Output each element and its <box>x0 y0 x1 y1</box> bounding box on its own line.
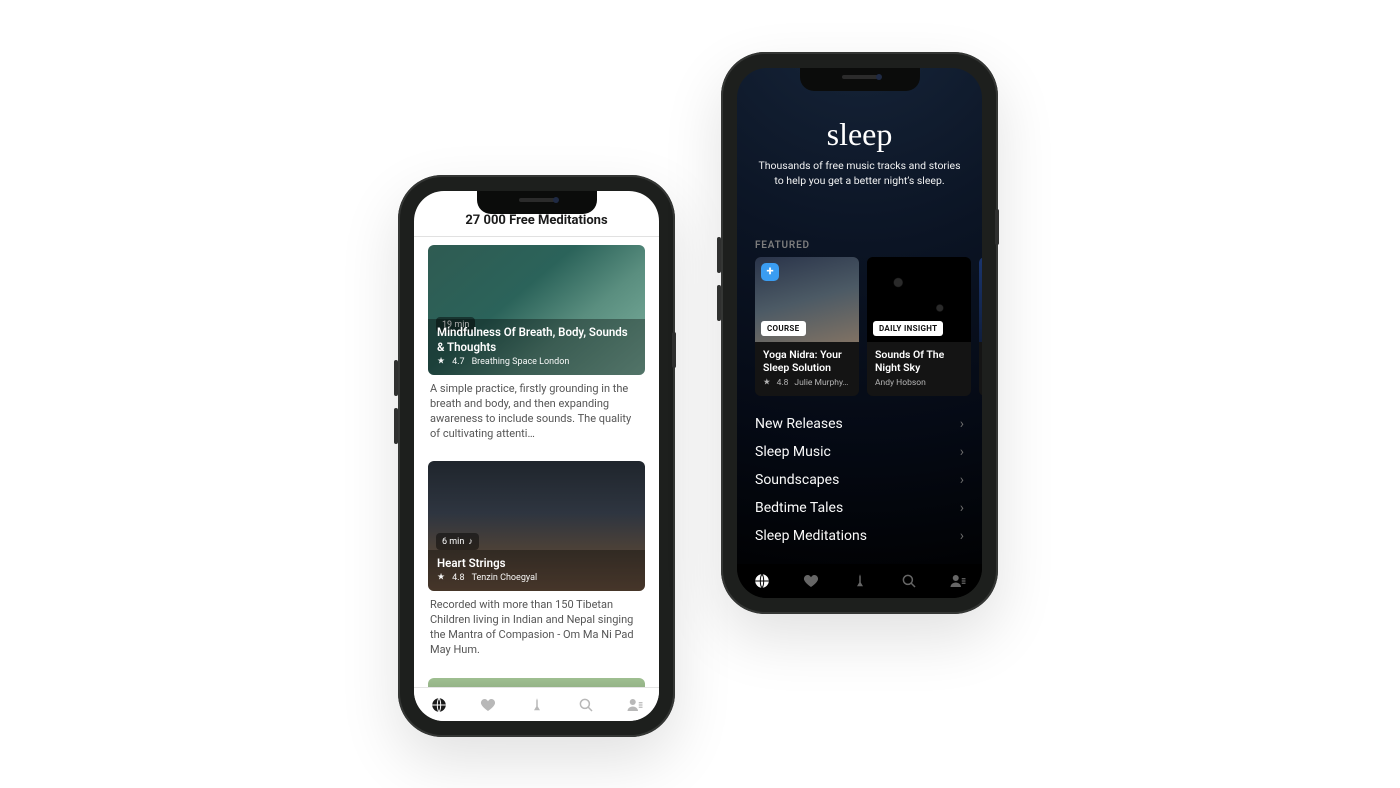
meditation-card[interactable] <box>428 678 645 687</box>
hands-icon[interactable] <box>851 572 869 590</box>
row-label: Bedtime Tales <box>755 500 843 516</box>
tab-bar <box>414 687 659 721</box>
row-label: Soundscapes <box>755 472 839 488</box>
hero-title: sleep <box>755 116 964 153</box>
person-icon[interactable] <box>626 696 644 714</box>
featured-card[interactable]: S R ★ <box>979 257 982 396</box>
category-row[interactable]: Soundscapes › <box>755 466 964 494</box>
row-label: Sleep Meditations <box>755 528 867 544</box>
category-row[interactable]: Sleep Meditations › <box>755 522 964 550</box>
row-label: Sleep Music <box>755 444 831 460</box>
card-author: Tenzin Choegyal <box>472 573 538 583</box>
featured-title: Sounds Of The Night Sky <box>875 349 963 375</box>
star-icon: ★ <box>763 378 771 388</box>
star-icon: ★ <box>437 357 445 367</box>
phone-light-screen: 27 000 Free Meditations 19 min Mindfulne… <box>414 191 659 721</box>
heart-icon[interactable] <box>802 572 820 590</box>
featured-title: Yoga Nidra: Your Sleep Solution <box>763 349 851 375</box>
category-row[interactable]: Bedtime Tales › <box>755 494 964 522</box>
globe-icon[interactable] <box>753 572 771 590</box>
music-icon: ♪ <box>468 536 473 547</box>
featured-carousel[interactable]: + COURSE Yoga Nidra: Your Sleep Solution… <box>737 257 982 396</box>
duration-label: 6 min <box>442 537 464 547</box>
section-label: FEATURED <box>737 202 982 257</box>
card-description: Recorded with more than 150 Tibetan Chil… <box>428 591 645 669</box>
card-description: A simple practice, firstly grounding in … <box>428 375 645 453</box>
notch <box>800 68 920 91</box>
category-row[interactable]: Sleep Music › <box>755 438 964 466</box>
plus-icon[interactable]: + <box>761 263 779 281</box>
notch <box>477 191 597 214</box>
person-icon[interactable] <box>949 572 967 590</box>
phone-dark-screen: sleep Thousands of free music tracks and… <box>737 68 982 598</box>
card-tag: DAILY INSIGHT <box>873 321 943 336</box>
search-icon[interactable] <box>577 696 595 714</box>
hero-subtitle: Thousands of free music tracks and stori… <box>755 159 964 188</box>
category-list: New Releases › Sleep Music › Soundscapes… <box>737 396 982 550</box>
chevron-right-icon: › <box>960 444 964 460</box>
card-tag: COURSE <box>761 321 806 336</box>
featured-card[interactable]: + COURSE Yoga Nidra: Your Sleep Solution… <box>755 257 859 396</box>
featured-rating: 4.8 <box>777 378 789 388</box>
search-icon[interactable] <box>900 572 918 590</box>
card-title: Mindfulness Of Breath, Body, Sounds & Th… <box>437 325 636 354</box>
meditation-card[interactable]: 19 min Mindfulness Of Breath, Body, Soun… <box>428 245 645 375</box>
meditation-feed[interactable]: 19 min Mindfulness Of Breath, Body, Soun… <box>414 237 659 687</box>
category-row[interactable]: New Releases › <box>755 410 964 438</box>
heart-icon[interactable] <box>479 696 497 714</box>
phone-dark: sleep Thousands of free music tracks and… <box>721 52 998 614</box>
card-author: Breathing Space London <box>472 357 570 367</box>
duration-chip: 6 min ♪ <box>436 533 479 550</box>
chevron-right-icon: › <box>960 416 964 432</box>
meditation-card[interactable]: 6 min ♪ Heart Strings ★ 4.8 Tenzin Choeg… <box>428 461 645 591</box>
card-title: Heart Strings <box>437 556 636 570</box>
featured-author: Julie Murphy… <box>794 378 848 388</box>
globe-icon[interactable] <box>430 696 448 714</box>
row-label: New Releases <box>755 416 843 432</box>
featured-card[interactable]: DAILY INSIGHT Sounds Of The Night Sky An… <box>867 257 971 396</box>
chevron-right-icon: › <box>960 500 964 516</box>
card-rating: 4.7 <box>452 357 465 367</box>
chevron-right-icon: › <box>960 528 964 544</box>
tab-bar <box>737 564 982 598</box>
star-icon: ★ <box>437 573 445 583</box>
hands-icon[interactable] <box>528 696 546 714</box>
featured-author: Andy Hobson <box>875 378 926 388</box>
chevron-right-icon: › <box>960 472 964 488</box>
card-rating: 4.8 <box>452 573 465 583</box>
phone-light: 27 000 Free Meditations 19 min Mindfulne… <box>398 175 675 737</box>
